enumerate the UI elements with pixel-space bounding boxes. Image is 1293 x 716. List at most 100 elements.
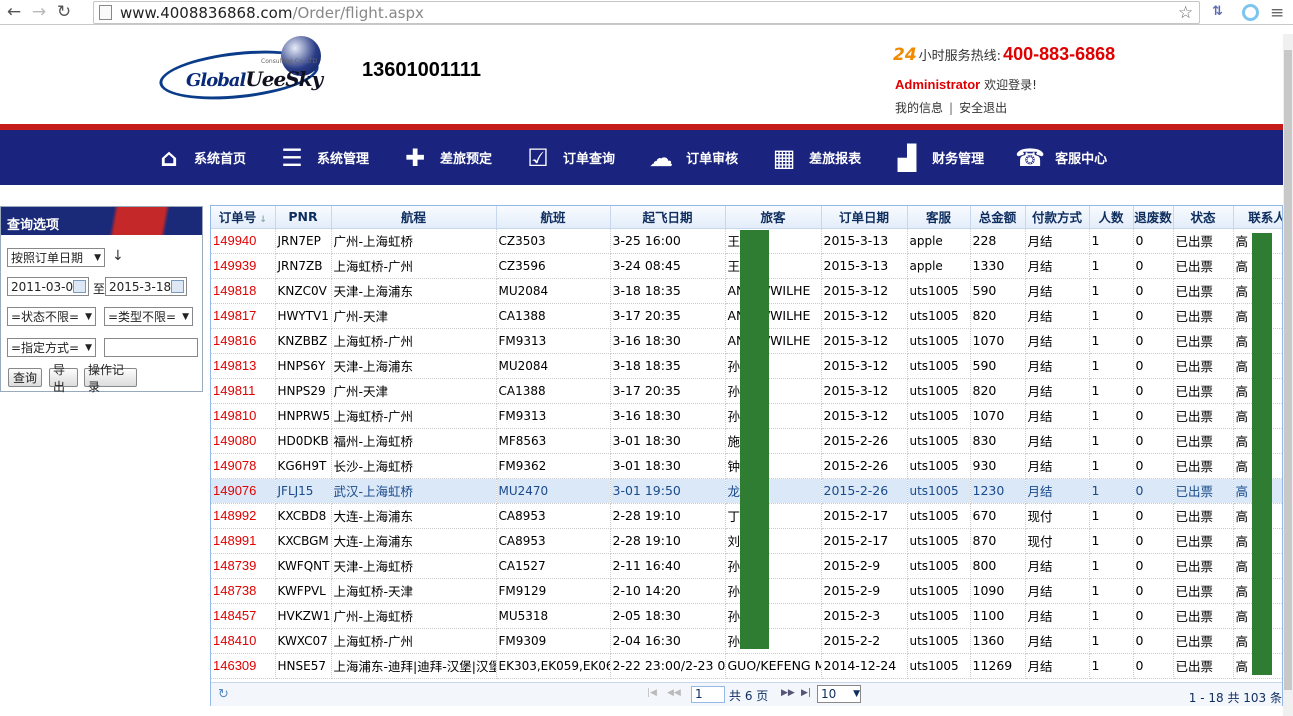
address-bar[interactable]: www.4008836868.com/Order/flight.aspx bbox=[93, 1, 1200, 24]
welcome-text: Administrator 欢迎登录! bbox=[895, 76, 1037, 93]
column-header[interactable]: 人数 bbox=[1089, 206, 1134, 229]
column-header[interactable]: 付款方式 bbox=[1025, 206, 1090, 229]
table-cell: 1090 bbox=[970, 578, 1026, 604]
back-icon[interactable]: ← bbox=[3, 1, 25, 23]
forward-icon[interactable]: → bbox=[28, 1, 50, 23]
column-header[interactable]: 退废数 bbox=[1133, 206, 1174, 229]
order-id-link[interactable]: 148738 bbox=[211, 578, 276, 604]
extension-icon[interactable]: ⇅ bbox=[1212, 4, 1223, 19]
sort-direction-icon[interactable]: ↓ bbox=[112, 248, 124, 264]
table-cell: 2015-2-2 bbox=[821, 628, 908, 654]
order-id-link[interactable]: 149076 bbox=[211, 478, 276, 504]
nav-system[interactable]: ☰ 系统管理 bbox=[277, 144, 369, 172]
order-id-link[interactable]: 148991 bbox=[211, 528, 276, 554]
table-cell: uts1005 bbox=[907, 378, 971, 404]
column-header[interactable]: 客服 bbox=[907, 206, 971, 229]
order-id-link[interactable]: 148410 bbox=[211, 628, 276, 654]
logout-link[interactable]: 安全退出 bbox=[959, 101, 1007, 115]
column-header[interactable]: PNR bbox=[275, 206, 332, 229]
order-id-link[interactable]: 149939 bbox=[211, 253, 276, 279]
page-number-input[interactable]: 1 bbox=[691, 686, 725, 703]
prev-page-icon[interactable]: ◀◀ bbox=[667, 688, 681, 698]
table-row[interactable]: 146309 HNSE57 上海浦东-迪拜|迪拜-汉堡|汉堡- EK303,EK059… bbox=[211, 653, 1282, 679]
column-header[interactable]: 旅客 bbox=[725, 206, 822, 229]
table-cell: 2015-2-26 bbox=[821, 478, 908, 504]
order-id-link[interactable]: 149816 bbox=[211, 328, 276, 354]
sort-select[interactable]: 按照订单日期 ▼ bbox=[7, 248, 105, 267]
date-range-separator: 至 bbox=[93, 282, 106, 296]
table-cell: 天津-上海虹桥 bbox=[331, 553, 497, 579]
table-cell: 2014-12-24 bbox=[821, 653, 908, 679]
column-header[interactable]: 订单日期 bbox=[821, 206, 908, 229]
table-cell: 已出票 bbox=[1173, 378, 1234, 404]
next-page-icon[interactable]: ▶▶ bbox=[781, 688, 795, 698]
order-id-link[interactable]: 149817 bbox=[211, 303, 276, 329]
table-cell: 1330 bbox=[970, 253, 1026, 279]
table-cell: 2-05 18:30 bbox=[610, 603, 726, 629]
table-cell: uts1005 bbox=[907, 578, 971, 604]
table-cell: 已出票 bbox=[1173, 303, 1234, 329]
column-header[interactable]: 起飞日期 bbox=[610, 206, 726, 229]
type-select[interactable]: =类型不限= ▼ bbox=[104, 307, 193, 326]
query-button[interactable]: 查询 bbox=[8, 368, 42, 387]
menu-icon[interactable]: ≡ bbox=[1270, 3, 1284, 23]
nav-report[interactable]: ▦ 差旅报表 bbox=[769, 144, 861, 172]
column-header[interactable]: 状态 bbox=[1173, 206, 1234, 229]
order-id-link[interactable]: 148739 bbox=[211, 553, 276, 579]
nav-service[interactable]: ☎ 客服中心 bbox=[1015, 144, 1107, 172]
column-header[interactable]: 总金额 bbox=[970, 206, 1026, 229]
last-page-icon[interactable]: ▶| bbox=[801, 688, 811, 698]
order-id-link[interactable]: 149940 bbox=[211, 228, 276, 254]
order-id-link[interactable]: 149078 bbox=[211, 453, 276, 479]
column-header[interactable]: 订单号 ↓ bbox=[211, 206, 276, 229]
site-logo[interactable]: Consulting Co.,LTD GlobalUeeSky bbox=[157, 36, 325, 107]
date-from-input[interactable]: 2011-03-07 bbox=[7, 277, 89, 296]
keyword-input[interactable] bbox=[104, 338, 198, 357]
nav-order-review[interactable]: ☁ 订单审核 bbox=[646, 144, 738, 172]
table-cell: 2015-3-12 bbox=[821, 403, 908, 429]
table-cell: 3-01 19:50 bbox=[610, 478, 726, 504]
status-select[interactable]: =状态不限= ▼ bbox=[7, 307, 96, 326]
order-id-link[interactable]: 149813 bbox=[211, 353, 276, 379]
column-header[interactable]: 航班 bbox=[496, 206, 611, 229]
nav-booking[interactable]: ✚ 差旅预定 bbox=[400, 144, 492, 172]
table-cell: MF8563 bbox=[496, 428, 611, 454]
table-cell: 天津-上海浦东 bbox=[331, 353, 497, 379]
method-select[interactable]: =指定方式= ▼ bbox=[7, 338, 96, 357]
order-id-link[interactable]: 149080 bbox=[211, 428, 276, 454]
user-links: 我的信息 | 安全退出 bbox=[895, 99, 1007, 116]
first-page-icon[interactable]: |◀ bbox=[647, 688, 657, 698]
order-id-link[interactable]: 149818 bbox=[211, 278, 276, 304]
order-id-link[interactable]: 148457 bbox=[211, 603, 276, 629]
url-path: /Order/flight.aspx bbox=[292, 3, 424, 22]
nav-finance[interactable]: ▟ 财务管理 bbox=[892, 144, 984, 172]
logo-text: GlobalUeeSky bbox=[186, 67, 323, 91]
table-cell: 0 bbox=[1133, 528, 1174, 554]
extension-circle-icon[interactable] bbox=[1242, 4, 1259, 21]
order-id-link[interactable]: 148992 bbox=[211, 503, 276, 529]
refresh-icon[interactable]: ↻ bbox=[218, 687, 229, 702]
table-cell: 2-28 19:10 bbox=[610, 528, 726, 554]
page-size-select[interactable]: 10 ▼ bbox=[817, 685, 861, 703]
my-info-link[interactable]: 我的信息 bbox=[895, 101, 943, 115]
operation-log-button[interactable]: 操作记录 bbox=[84, 363, 137, 394]
scrollbar-thumb[interactable] bbox=[1284, 50, 1292, 690]
order-id-link[interactable]: 146309 bbox=[211, 653, 276, 679]
order-id-link[interactable]: 149811 bbox=[211, 378, 276, 404]
table-cell: 福州-上海虹桥 bbox=[331, 428, 497, 454]
link-separator: | bbox=[949, 101, 954, 115]
export-button[interactable]: 导出 bbox=[49, 363, 78, 394]
bookmark-star-icon[interactable]: ☆ bbox=[1178, 3, 1193, 23]
column-header[interactable]: 联系人 bbox=[1233, 206, 1282, 229]
cloud-icon: ☁ bbox=[649, 143, 674, 172]
nav-home[interactable]: ⌂ 系统首页 bbox=[154, 144, 246, 172]
column-header[interactable]: 航程 bbox=[331, 206, 497, 229]
page-scrollbar[interactable] bbox=[1283, 34, 1293, 716]
table-cell: uts1005 bbox=[907, 403, 971, 429]
reload-icon[interactable]: ↻ bbox=[53, 1, 75, 23]
table-cell: KG6H9T bbox=[275, 453, 332, 479]
hotline-label: 小时服务热线: bbox=[918, 49, 1002, 64]
order-id-link[interactable]: 149810 bbox=[211, 403, 276, 429]
nav-order-query[interactable]: ☑ 订单查询 bbox=[523, 144, 615, 172]
date-to-input[interactable]: 2015-3-18 bbox=[105, 277, 187, 296]
